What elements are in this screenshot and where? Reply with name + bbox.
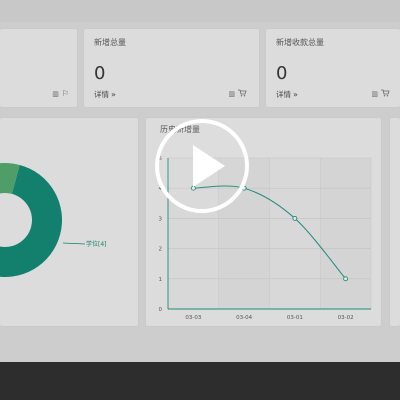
x-tick-label: 03-03 xyxy=(185,315,201,321)
details-link[interactable]: 详情 » xyxy=(276,89,298,100)
y-tick-label: 1 xyxy=(159,277,163,283)
data-point xyxy=(292,215,298,221)
donut-chart: 学位[4] xyxy=(0,163,107,277)
right-panel xyxy=(390,118,400,326)
top-strip xyxy=(0,0,400,22)
stat-card-1: ▥ ⚐ xyxy=(0,29,77,107)
details-link[interactable]: 详情 » xyxy=(94,89,116,100)
stat-value: 0 xyxy=(276,63,288,84)
donut-leader-line xyxy=(62,242,86,245)
y-tick-label: 2 xyxy=(159,247,163,253)
data-point xyxy=(343,276,349,282)
stat-title: 新增收款总量 xyxy=(276,38,324,47)
grid-band xyxy=(320,158,371,309)
play-icon xyxy=(193,145,225,187)
details-label: 详情 xyxy=(276,90,291,99)
chart-icon: ▥ xyxy=(371,90,378,98)
bottom-bar xyxy=(0,362,400,400)
donut-panel: 学位[4] xyxy=(0,118,138,326)
cart-icon xyxy=(381,89,390,99)
stat-value: 0 xyxy=(94,63,106,84)
stat-card-new-payment-total: 新增收款总量 0 详情 » ▥ xyxy=(266,29,400,107)
stat-title: 新增总量 xyxy=(94,38,126,47)
y-tick-label: 0 xyxy=(159,307,163,313)
stat-card-1-icons: ▥ ⚐ xyxy=(52,89,69,98)
stat-card-3-icons: ▥ xyxy=(371,89,390,99)
details-label: 详情 xyxy=(94,90,109,99)
play-button[interactable] xyxy=(155,119,249,213)
x-tick-label: 03-02 xyxy=(338,315,354,321)
double-chevron-right-icon: » xyxy=(111,90,116,99)
chart-icon: ▥ xyxy=(52,89,59,98)
flag-icon: ⚐ xyxy=(61,89,69,98)
stat-card-new-total: 新增总量 0 详情 » ▥ xyxy=(84,29,259,107)
grid-band xyxy=(269,158,321,309)
stat-card-2-icons: ▥ xyxy=(228,89,247,99)
double-chevron-right-icon: » xyxy=(293,90,298,99)
x-tick-label: 03-04 xyxy=(236,315,252,321)
cart-icon xyxy=(238,89,247,99)
y-tick-label: 3 xyxy=(159,216,163,222)
donut-label: 学位[4] xyxy=(86,240,107,248)
x-tick-label: 03-01 xyxy=(287,315,303,321)
chart-icon: ▥ xyxy=(228,90,235,98)
